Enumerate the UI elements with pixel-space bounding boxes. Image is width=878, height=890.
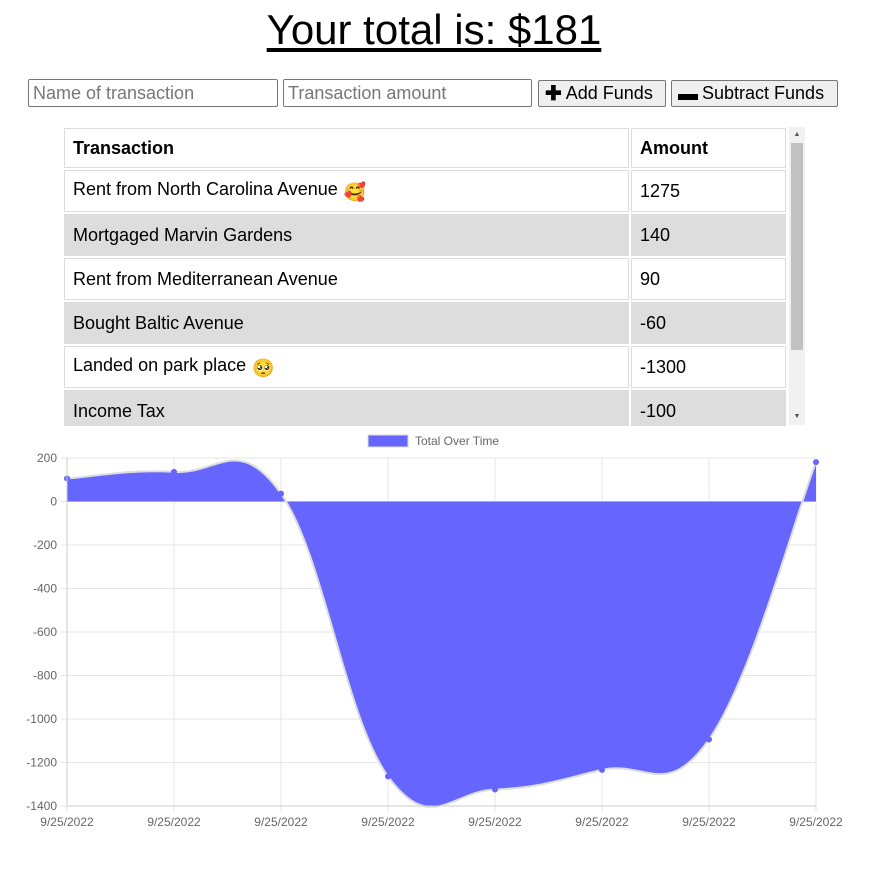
x-tick-label: 9/25/2022 — [361, 815, 415, 829]
transaction-name-input[interactable] — [28, 79, 278, 107]
y-tick-label: -600 — [33, 625, 57, 639]
total-heading: Your total is: $181 — [266, 6, 602, 53]
header-transaction: Transaction — [64, 128, 629, 168]
x-tick-label: 9/25/2022 — [575, 815, 629, 829]
row-name-cell: Rent from North Carolina Avenue 🥰 — [64, 170, 629, 212]
table-row: Bought Baltic Avenue -60 — [64, 302, 786, 344]
smiling-hearts-emoji-icon: 🥰 — [343, 182, 367, 202]
scroll-up-arrow-icon[interactable]: ▲ — [789, 127, 805, 143]
row-amount: 1275 — [631, 170, 786, 212]
x-tick-label: 9/25/2022 — [468, 815, 522, 829]
transactions-table: Transaction Amount Rent from North Carol… — [62, 126, 788, 426]
row-name: Mortgaged Marvin Gardens — [64, 214, 629, 256]
transaction-amount-input[interactable] — [283, 79, 532, 107]
row-name: Rent from Mediterranean Avenue — [64, 258, 629, 300]
row-amount: 140 — [631, 214, 786, 256]
legend-swatch — [367, 434, 409, 448]
subtract-funds-button[interactable]: ▬ Subtract Funds — [671, 80, 838, 107]
total-over-time-chart: 200 0 -200 -400 -600 -800 -1000 -1200 -1400 9/25/… — [26, 434, 843, 829]
row-amount: -100 — [631, 390, 786, 426]
x-tick-label: 9/25/2022 — [147, 815, 201, 829]
y-tick-label: -1200 — [26, 756, 57, 770]
data-point — [278, 490, 284, 497]
row-amount: -1300 — [631, 346, 786, 388]
table-row: Income Tax -100 — [64, 390, 786, 426]
y-tick-label: -1000 — [26, 712, 57, 726]
data-point — [492, 786, 498, 793]
y-tick-label: -200 — [33, 538, 57, 552]
table-row: Landed on park place 🥺 -1300 — [64, 346, 786, 388]
x-tick-label: 9/25/2022 — [682, 815, 736, 829]
x-tick-label: 9/25/2022 — [40, 815, 94, 829]
x-tick-label: 9/25/2022 — [254, 815, 308, 829]
row-amount: 90 — [631, 258, 786, 300]
subtract-funds-label: Subtract Funds — [702, 83, 825, 103]
table-row: Rent from Mediterranean Avenue 90 — [64, 258, 786, 300]
row-name: Income Tax — [64, 390, 629, 426]
y-tick-label: 200 — [37, 451, 57, 465]
y-tick-label: -1400 — [26, 799, 57, 813]
y-tick-label: -800 — [33, 669, 57, 683]
data-point — [171, 468, 177, 475]
add-funds-label: Add Funds — [565, 83, 653, 103]
y-tick-label: -400 — [33, 582, 57, 596]
transactions-table-container: Transaction Amount Rent from North Carol… — [62, 126, 805, 426]
x-tick-label: 9/25/2022 — [789, 815, 843, 829]
table-row: Rent from North Carolina Avenue 🥰 1275 — [64, 170, 786, 212]
data-point — [813, 459, 819, 466]
table-scrollbar[interactable]: ▲ ▼ — [789, 127, 805, 425]
data-point — [599, 766, 605, 773]
row-name: Bought Baltic Avenue — [64, 302, 629, 344]
legend-label: Total Over Time — [415, 434, 499, 448]
scroll-down-arrow-icon[interactable]: ▼ — [789, 409, 805, 425]
minus-icon: ▬ — [678, 82, 698, 105]
area-fill — [67, 460, 816, 807]
add-funds-button[interactable]: ✚ Add Funds — [538, 80, 666, 107]
pleading-face-emoji-icon: 🥺 — [252, 358, 275, 378]
header-amount: Amount — [631, 128, 786, 168]
row-name: Landed on park place — [73, 355, 247, 375]
row-name-cell: Landed on park place 🥺 — [64, 346, 629, 388]
table-header-row: Transaction Amount — [64, 128, 786, 168]
scroll-thumb[interactable] — [791, 143, 803, 350]
data-point — [385, 773, 391, 780]
y-tick-label: 0 — [50, 495, 57, 509]
row-name: Rent from North Carolina Avenue — [73, 179, 338, 199]
data-point — [706, 736, 712, 743]
table-row: Mortgaged Marvin Gardens 140 — [64, 214, 786, 256]
row-amount: -60 — [631, 302, 786, 344]
plus-icon: ✚ — [545, 82, 562, 105]
